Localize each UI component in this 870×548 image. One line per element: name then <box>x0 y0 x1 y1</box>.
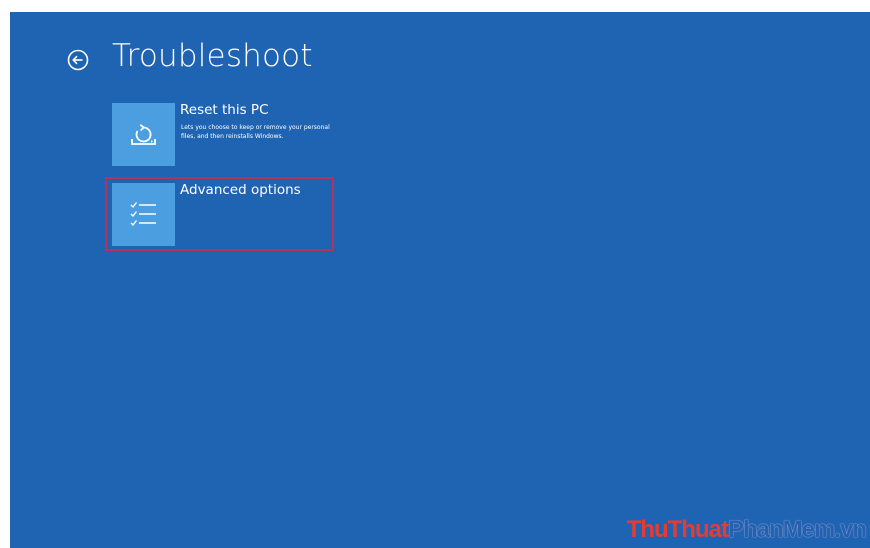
reset-pc-tile-icon <box>112 103 175 166</box>
advanced-options-option[interactable]: Advanced options <box>110 182 340 248</box>
advanced-options-title: Advanced options <box>180 182 301 198</box>
watermark-part3: .vn <box>834 516 867 543</box>
advanced-options-tile-icon <box>112 183 175 246</box>
page-title: Troubleshoot <box>112 38 313 74</box>
back-button[interactable] <box>67 49 89 71</box>
reset-this-pc-description: Lets you choose to keep or remove your p… <box>181 124 330 140</box>
reset-pc-icon <box>131 124 156 145</box>
watermark-text: ThuThuatPhanMem.vn <box>626 516 867 544</box>
checklist-icon <box>130 202 156 227</box>
watermark-part2: PhanMem <box>727 516 835 543</box>
reset-this-pc-option[interactable]: Reset this PC Lets you choose to keep or… <box>110 102 340 168</box>
watermark-part1: ThuThuat <box>626 516 729 543</box>
troubleshoot-screen: Troubleshoot Reset this PC Lets you choo… <box>10 12 870 548</box>
back-arrow-circle-icon <box>67 49 89 71</box>
reset-this-pc-title: Reset this PC <box>180 102 269 118</box>
